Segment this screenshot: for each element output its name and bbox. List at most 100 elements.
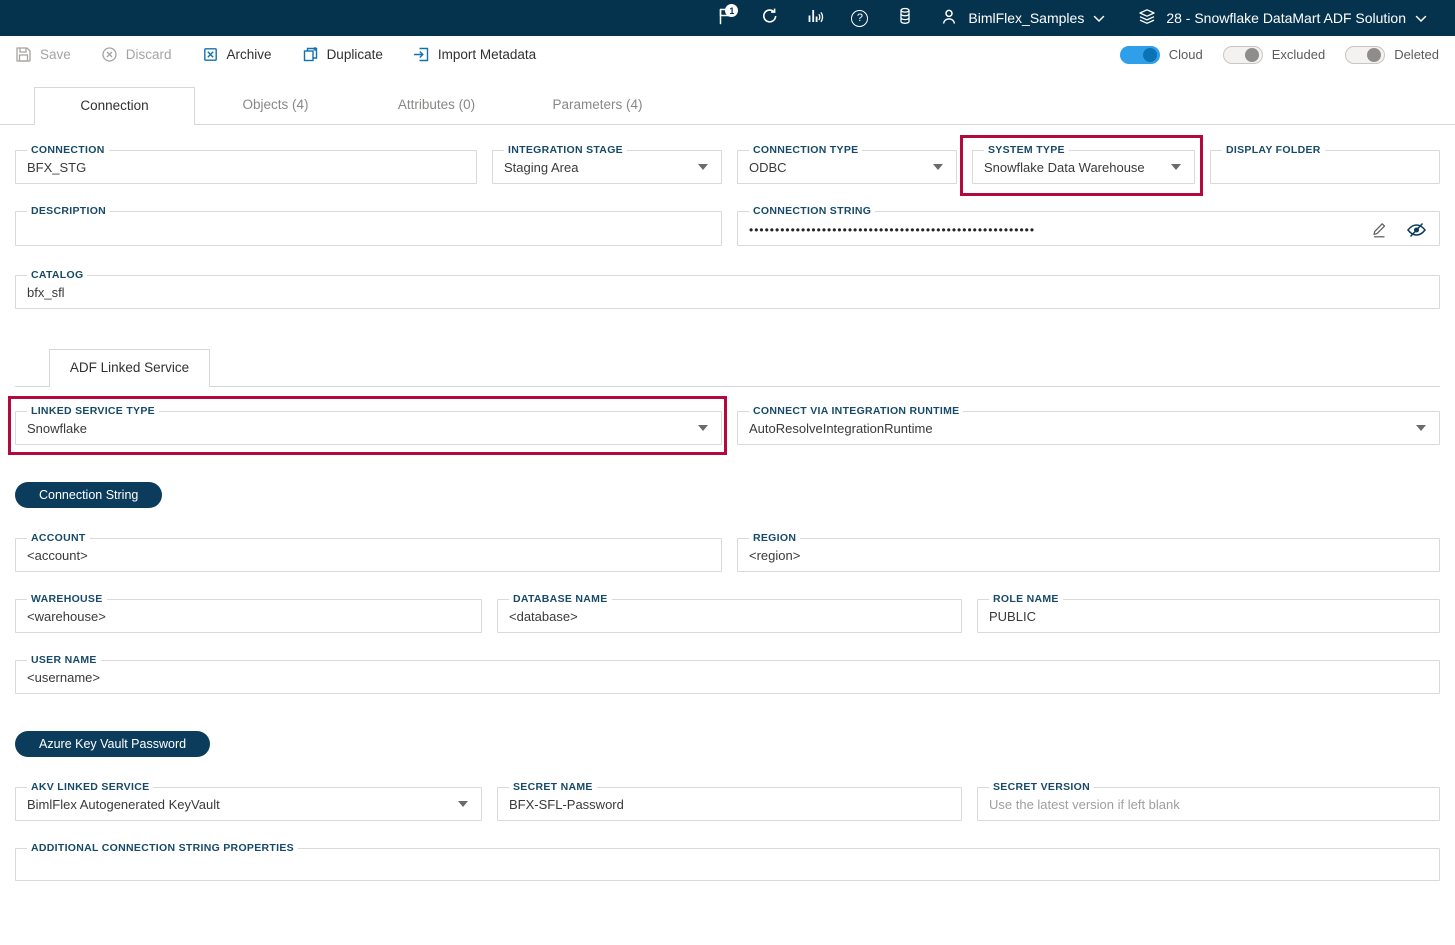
- chevron-down-icon: [1171, 164, 1181, 170]
- display-folder-field[interactable]: DISPLAY FOLDER: [1210, 145, 1440, 184]
- toggle-track: [1345, 46, 1385, 64]
- field-label: WAREHOUSE: [27, 594, 107, 605]
- field-value: BFX_STG: [26, 156, 466, 175]
- import-metadata-button[interactable]: Import Metadata: [413, 46, 536, 63]
- database-name-field[interactable]: DATABASE NAME <database>: [497, 594, 962, 633]
- role-name-field[interactable]: ROLE NAME PUBLIC: [977, 594, 1440, 633]
- cloud-toggle[interactable]: Cloud: [1120, 46, 1203, 64]
- field-value: Snowflake: [26, 417, 711, 436]
- linked-service-type-select[interactable]: LINKED SERVICE TYPE Snowflake: [15, 406, 722, 445]
- field-value: BFX-SFL-Password: [508, 793, 951, 812]
- integration-stage-select[interactable]: INTEGRATION STAGE Staging Area: [492, 145, 722, 184]
- chevron-down-icon: [698, 425, 708, 431]
- field-value: ODBC: [748, 156, 946, 175]
- field-label: DATABASE NAME: [509, 594, 612, 605]
- akv-linked-service-select[interactable]: AKV LINKED SERVICE BimlFlex Autogenerate…: [15, 782, 482, 821]
- field-label: SECRET NAME: [509, 782, 597, 793]
- field-label: ACCOUNT: [27, 533, 90, 544]
- chevron-down-icon: [1416, 425, 1426, 431]
- chevron-down-icon: [458, 801, 468, 807]
- field-value: Snowflake Data Warehouse: [983, 156, 1184, 175]
- catalog-field[interactable]: CATALOG bfx_sfl: [15, 270, 1440, 309]
- secret-version-field[interactable]: SECRET VERSION Use the latest version if…: [977, 782, 1440, 821]
- system-type-select[interactable]: SYSTEM TYPE Snowflake Data Warehouse: [972, 145, 1195, 184]
- field-label: USER NAME: [27, 655, 101, 666]
- person-icon: [939, 7, 959, 30]
- field-label: SYSTEM TYPE: [984, 145, 1069, 156]
- description-field[interactable]: DESCRIPTION: [15, 206, 722, 246]
- tab-adf-linked-service[interactable]: ADF Linked Service: [49, 349, 210, 387]
- field-label: AKV LINKED SERVICE: [27, 782, 153, 793]
- activity-button[interactable]: [792, 0, 837, 36]
- activity-icon: [805, 6, 825, 31]
- field-value: AutoResolveIntegrationRuntime: [748, 417, 1429, 436]
- archive-button[interactable]: Archive: [202, 46, 272, 63]
- additional-connection-string-properties-field[interactable]: ADDITIONAL CONNECTION STRING PROPERTIES: [15, 843, 1440, 881]
- user-name-field[interactable]: USER NAME <username>: [15, 655, 1440, 694]
- tab-connection[interactable]: Connection: [34, 87, 195, 125]
- tab-objects[interactable]: Objects (4): [195, 87, 356, 124]
- refresh-icon: [760, 6, 780, 31]
- database-deploy-button[interactable]: [882, 0, 927, 36]
- region-field[interactable]: REGION <region>: [737, 533, 1440, 572]
- eye-off-icon[interactable]: [1406, 221, 1427, 239]
- connection-field[interactable]: CONNECTION BFX_STG: [15, 145, 477, 184]
- field-value: [1221, 156, 1429, 174]
- field-label: ROLE NAME: [989, 594, 1063, 605]
- azure-key-vault-password-section-button[interactable]: Azure Key Vault Password: [15, 731, 210, 757]
- chevron-down-icon: [1415, 10, 1427, 26]
- tab-attributes[interactable]: Attributes (0): [356, 87, 517, 124]
- notification-badge: 1: [725, 4, 738, 17]
- deleted-toggle[interactable]: Deleted: [1345, 46, 1439, 64]
- notifications-button[interactable]: 1: [702, 0, 747, 36]
- field-label: CONNECT VIA INTEGRATION RUNTIME: [749, 406, 963, 417]
- field-value: BimlFlex Autogenerated KeyVault: [26, 793, 471, 812]
- field-value: <username>: [26, 666, 1429, 685]
- account-field[interactable]: ACCOUNT <account>: [15, 533, 722, 572]
- connection-string-section-button[interactable]: Connection String: [15, 482, 162, 508]
- account-name: BimlFlex_Samples: [968, 10, 1084, 26]
- warehouse-field[interactable]: WAREHOUSE <warehouse>: [15, 594, 482, 633]
- database-icon: [895, 6, 915, 31]
- field-label: SECRET VERSION: [989, 782, 1094, 793]
- toggle-track: [1120, 46, 1160, 64]
- field-label: CONNECTION TYPE: [749, 145, 862, 156]
- secret-name-field[interactable]: SECRET NAME BFX-SFL-Password: [497, 782, 962, 821]
- project-name: 28 - Snowflake DataMart ADF Solution: [1166, 10, 1406, 26]
- refresh-button[interactable]: [747, 0, 792, 36]
- field-value: <database>: [508, 605, 951, 624]
- project-menu[interactable]: 28 - Snowflake DataMart ADF Solution: [1125, 0, 1439, 36]
- chevron-down-icon: [933, 164, 943, 170]
- field-label: DISPLAY FOLDER: [1222, 145, 1325, 156]
- field-value: [26, 217, 711, 235]
- field-label: LINKED SERVICE TYPE: [27, 406, 159, 417]
- field-value: <account>: [26, 544, 711, 563]
- save-button[interactable]: Save: [15, 46, 71, 63]
- field-label: CATALOG: [27, 270, 87, 281]
- tab-parameters[interactable]: Parameters (4): [517, 87, 678, 124]
- chevron-down-icon: [1093, 10, 1105, 26]
- field-value: Staging Area: [503, 156, 711, 175]
- archive-icon: [202, 46, 219, 63]
- excluded-toggle[interactable]: Excluded: [1223, 46, 1325, 64]
- field-label: ADDITIONAL CONNECTION STRING PROPERTIES: [27, 843, 298, 854]
- connection-string-field[interactable]: CONNECTION STRING ••••••••••••••••••••••…: [737, 206, 1440, 246]
- masked-value: ••••••••••••••••••••••••••••••••••••••••…: [748, 217, 1429, 237]
- chevron-down-icon: [698, 164, 708, 170]
- edit-pencil-icon[interactable]: [1370, 221, 1388, 239]
- connect-via-integration-runtime-select[interactable]: CONNECT VIA INTEGRATION RUNTIME AutoReso…: [737, 406, 1440, 445]
- connection-type-select[interactable]: CONNECTION TYPE ODBC: [737, 145, 957, 184]
- account-menu[interactable]: BimlFlex_Samples: [927, 0, 1117, 36]
- field-value: bfx_sfl: [26, 281, 1429, 300]
- discard-button[interactable]: Discard: [101, 46, 172, 63]
- duplicate-icon: [302, 46, 319, 63]
- toggle-track: [1223, 46, 1263, 64]
- main-tab-bar: Connection Objects (4) Attributes (0) Pa…: [0, 87, 1455, 125]
- field-label: CONNECTION STRING: [749, 206, 875, 217]
- import-icon: [413, 46, 430, 63]
- duplicate-button[interactable]: Duplicate: [302, 46, 383, 63]
- field-label: CONNECTION: [27, 145, 109, 156]
- help-button[interactable]: ?: [837, 0, 882, 36]
- field-label: DESCRIPTION: [27, 206, 110, 217]
- connection-form: CONNECTION BFX_STG INTEGRATION STAGE Sta…: [0, 145, 1455, 881]
